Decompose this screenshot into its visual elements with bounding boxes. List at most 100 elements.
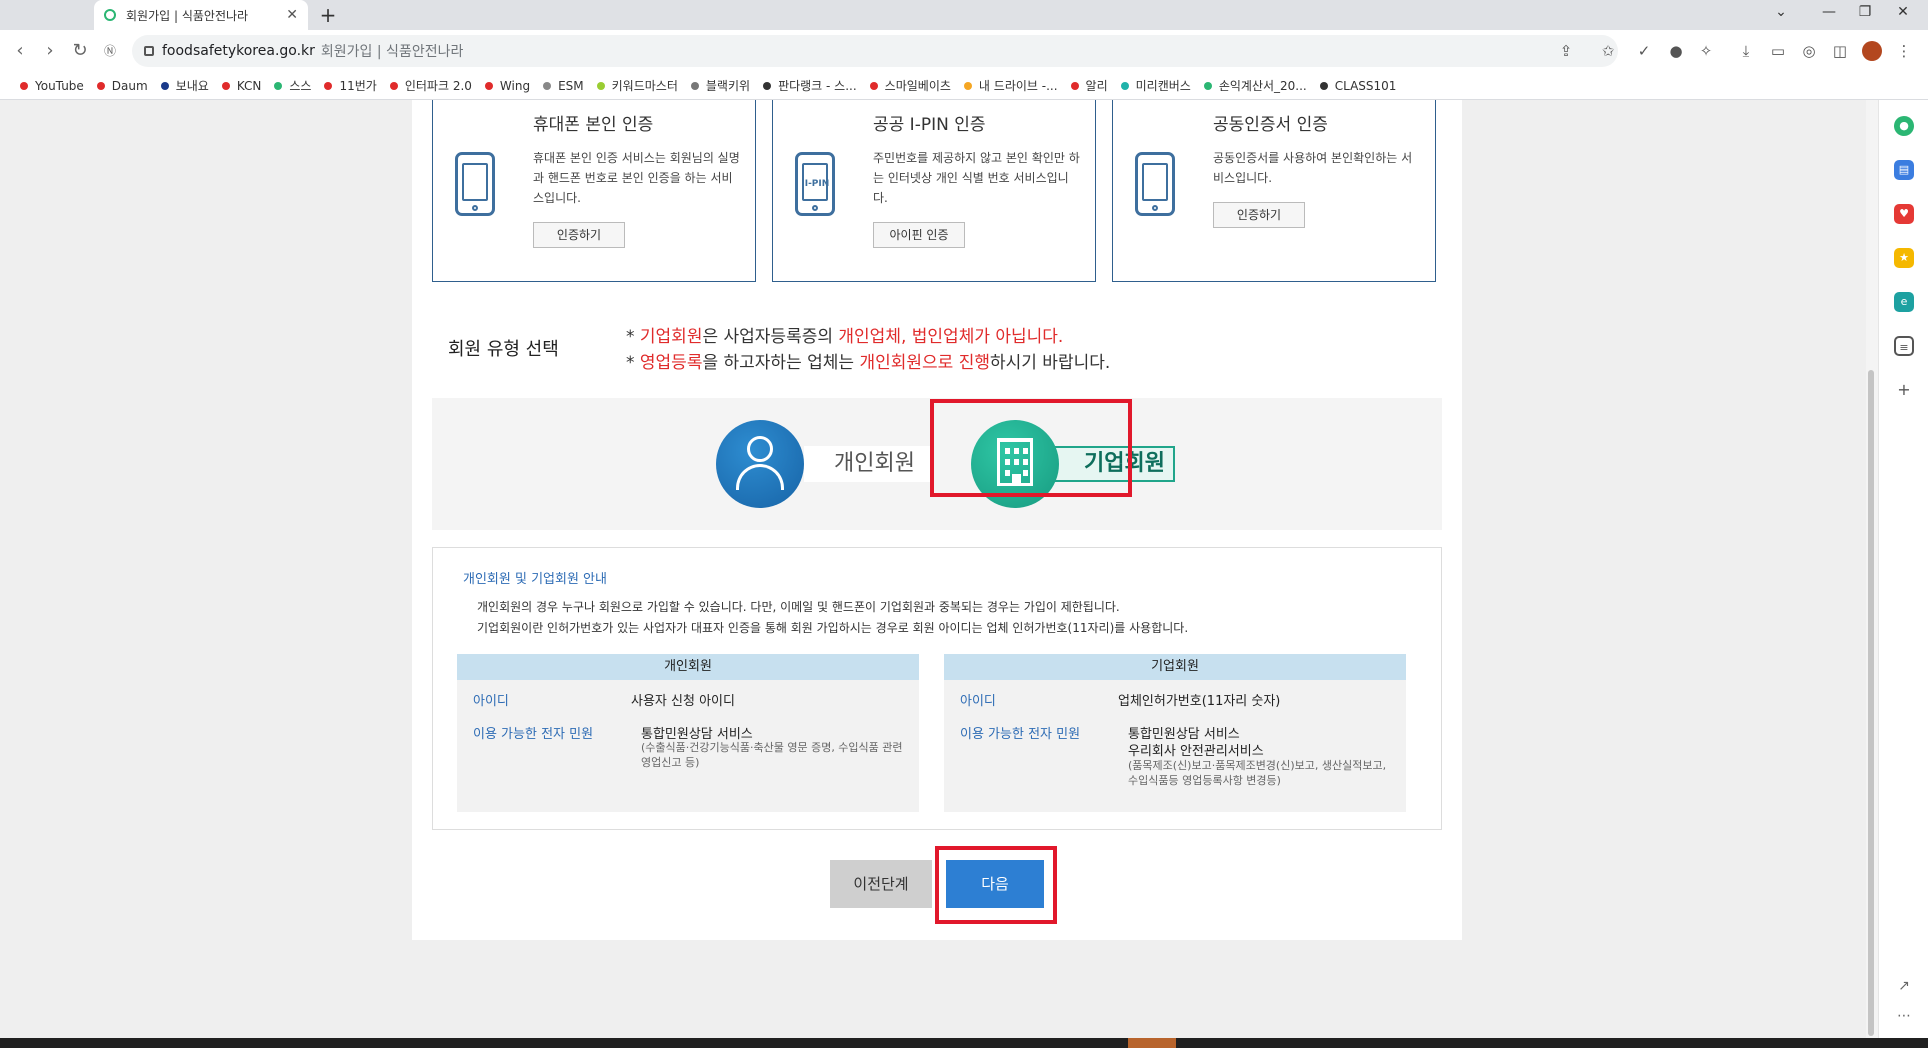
bookmark-label: 내 드라이브 -... xyxy=(978,79,1058,93)
bookmark-favicon-icon xyxy=(160,81,169,90)
restore-button[interactable]: ❐ xyxy=(1850,4,1880,20)
bookmarks-bar: YouTube Daum 보내요 KCN 스스 11번가 인터파크 2.0 Wing ESM 키워… xyxy=(0,72,1928,100)
personal-id-key: 아이디 xyxy=(473,694,509,709)
bookmark-item[interactable]: 스스 xyxy=(274,77,311,94)
add-icon[interactable]: + xyxy=(1894,380,1914,400)
bookmark-item[interactable]: 키워드마스터 xyxy=(596,77,678,94)
bookmark-item[interactable]: 내 드라이브 -... xyxy=(963,77,1058,94)
prev-step-button[interactable]: 이전단계 xyxy=(830,860,932,908)
ipin-auth-button[interactable]: 아이핀 인증 xyxy=(873,222,965,248)
close-window-button[interactable]: ✕ xyxy=(1888,4,1918,20)
bookmark-item[interactable]: ESM xyxy=(543,79,584,93)
phone-auth-desc: 휴대폰 본인 인증 서비스는 회원님의 실명과 핸드폰 번호로 본인 인증을 하… xyxy=(533,151,740,205)
minimize-button[interactable]: — xyxy=(1814,4,1844,20)
bookmark-item[interactable]: 스마일베이츠 xyxy=(869,77,951,94)
personal-member-option[interactable]: 개인회원 xyxy=(716,420,932,508)
site-favicon-icon xyxy=(104,9,116,21)
taskbar-active-app[interactable] xyxy=(1128,1038,1176,1048)
cast-icon[interactable]: ▭ xyxy=(1768,41,1788,61)
bookmark-favicon-icon xyxy=(690,81,699,90)
bookmark-favicon-icon xyxy=(20,81,28,90)
notice-line-1: * 기업회원은 사업자등록증의 개인업체, 법인업체가 아닙니다. xyxy=(626,327,1064,347)
bookmark-item[interactable]: Wing xyxy=(484,79,530,93)
page-scrollbar[interactable] xyxy=(1866,100,1878,1040)
notice-line-2: * 영업등록을 하고자하는 업체는 개인회원으로 진행하시기 바랍니다. xyxy=(626,353,1111,373)
company-service-key: 이용 가능한 전자 민원 xyxy=(960,727,1081,742)
bookmark-item[interactable]: 보내요 xyxy=(160,77,209,94)
star-extension-icon[interactable]: ✩ xyxy=(1598,41,1618,61)
external-link-icon[interactable]: ↗ xyxy=(1894,976,1914,996)
bookmark-item[interactable]: KCN xyxy=(221,79,261,93)
bookmark-item[interactable]: CLASS101 xyxy=(1319,78,1397,93)
chat-icon[interactable]: ≡ xyxy=(1894,336,1914,356)
certificate-auth-desc: 공동인증서를 사용하여 본인확인하는 서비스입니다. xyxy=(1213,151,1413,185)
reload-icon[interactable]: ↻ xyxy=(68,39,92,63)
certificate-auth-box: 공동인증서 인증 공동인증서를 사용하여 본인확인하는 서비스입니다. 인증하기 xyxy=(1112,100,1436,282)
signup-content: 휴대폰 본인 인증 휴대폰 본인 인증 서비스는 회원님의 실명과 핸드폰 번호… xyxy=(412,100,1462,940)
sidebar-icon[interactable]: ◫ xyxy=(1830,41,1850,61)
extension-icon[interactable]: ● xyxy=(1666,41,1686,61)
bookmark-label: 인터파크 2.0 xyxy=(404,79,472,93)
bookmark-favicon-icon xyxy=(1120,81,1129,90)
tab-close-icon[interactable]: ✕ xyxy=(286,7,298,23)
bookmark-favicon-icon xyxy=(274,81,283,90)
download-icon[interactable]: ⤓ xyxy=(1736,41,1756,61)
bookmark-label: 미리캔버스 xyxy=(1135,79,1191,93)
highlight-company-option xyxy=(930,399,1132,497)
forward-icon[interactable]: › xyxy=(38,39,62,63)
pocket-icon[interactable]: ♥ xyxy=(1894,204,1914,224)
bookmark-favicon-icon xyxy=(324,81,333,90)
extension-n-icon[interactable]: Ⓝ xyxy=(98,39,122,63)
bookmark-item[interactable]: 손익계산서_20... xyxy=(1203,77,1307,94)
person-icon xyxy=(716,420,804,508)
scrollbar-thumb[interactable] xyxy=(1868,370,1874,1036)
calendar-icon[interactable]: ▤ xyxy=(1894,160,1914,180)
bookmark-label: 판다랭크 - 스... xyxy=(778,79,857,93)
highlight-next-button xyxy=(935,846,1057,924)
company-info-column: 기업회원 아이디 업체인허가번호(11자리 숫자) 이용 가능한 전자 민원 통… xyxy=(944,654,1406,812)
profile-avatar[interactable] xyxy=(1862,41,1882,61)
new-tab-button[interactable]: + xyxy=(316,3,340,27)
personal-id-value: 사용자 신청 아이디 xyxy=(631,694,735,709)
personal-member-label: 개인회원 xyxy=(804,446,932,482)
company-column-header: 기업회원 xyxy=(944,654,1406,680)
ipin-icon-label: I-PIN xyxy=(804,179,830,189)
bookmark-item[interactable]: YouTube xyxy=(20,79,84,93)
previous-tab[interactable] xyxy=(0,0,90,30)
personal-column-header: 개인회원 xyxy=(457,654,919,680)
bookmark-item[interactable]: Daum xyxy=(96,79,148,93)
bookmark-item[interactable]: 인터파크 2.0 xyxy=(389,77,472,94)
bookmark-item[interactable]: 판다랭크 - 스... xyxy=(763,77,857,94)
bookmark-item[interactable]: 미리캔버스 xyxy=(1120,77,1191,94)
share-icon[interactable]: ⇪ xyxy=(1556,41,1576,61)
active-tab[interactable]: 회원가입 | 식품안전나라 ✕ xyxy=(94,0,308,30)
phone-auth-button[interactable]: 인증하기 xyxy=(533,222,625,248)
back-icon[interactable]: ‹ xyxy=(8,39,32,63)
edge-icon[interactable]: e xyxy=(1894,292,1914,312)
os-taskbar xyxy=(0,1038,1928,1048)
bookmark-label: ESM xyxy=(558,78,584,93)
bookmark-favicon-icon xyxy=(221,81,230,90)
bookmark-item[interactable]: 11번가 xyxy=(324,77,377,94)
tab-search-icon[interactable]: ⌄ xyxy=(1766,4,1796,20)
bookmark-item[interactable]: 알리 xyxy=(1070,77,1108,94)
puzzle-icon[interactable]: ✧ xyxy=(1696,41,1716,61)
url-domain: foodsafetykorea.go.kr xyxy=(162,43,315,59)
address-bar[interactable]: foodsafetykorea.go.kr 회원가입 | 식품안전나라 xyxy=(132,35,1618,67)
info-line-1: 개인회원의 경우 누구나 회원으로 가입할 수 있습니다. 다만, 이메일 및 … xyxy=(477,600,1120,614)
check-icon[interactable]: ✓ xyxy=(1634,41,1654,61)
capture-icon[interactable]: ◎ xyxy=(1799,41,1819,61)
green-circle-icon[interactable]: ● xyxy=(1894,116,1914,136)
bookmark-label: 손익계산서_20... xyxy=(1218,79,1307,93)
company-service-detail: (품목제조(신)보고·품목제조변경(신)보고, 생산실적보고, 수입식품등 영업… xyxy=(1128,759,1387,787)
bookmark-label: CLASS101 xyxy=(1334,78,1397,93)
bookmark-favicon-icon xyxy=(96,81,105,90)
certificate-auth-button[interactable]: 인증하기 xyxy=(1213,202,1305,228)
bookmark-label: 알리 xyxy=(1085,79,1108,93)
bookmark-item[interactable]: 블랙키위 xyxy=(690,77,750,94)
more-icon[interactable]: ⋯ xyxy=(1894,1006,1914,1026)
certificate-auth-title: 공동인증서 인증 xyxy=(1213,115,1328,135)
phone-auth-box: 휴대폰 본인 인증 휴대폰 본인 인증 서비스는 회원님의 실명과 핸드폰 번호… xyxy=(432,100,756,282)
star-icon[interactable]: ★ xyxy=(1894,248,1914,268)
menu-icon[interactable]: ⋮ xyxy=(1894,41,1914,61)
